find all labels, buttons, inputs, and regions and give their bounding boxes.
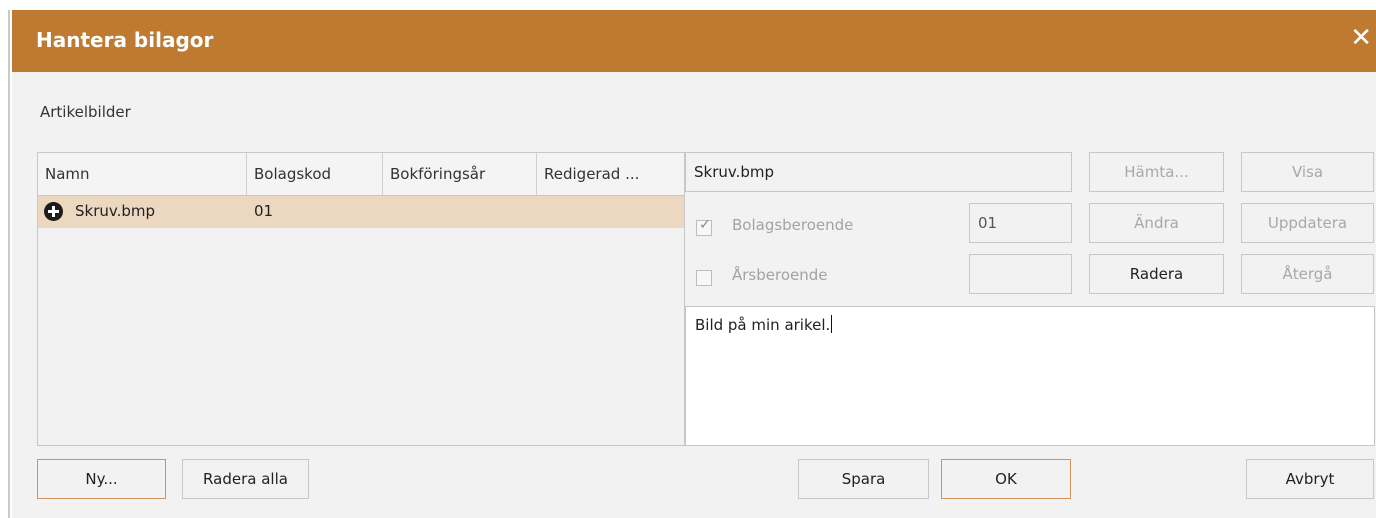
table-row[interactable]: Skruv.bmp 01 (38, 196, 684, 228)
description-text: Bild på min arikel. (695, 316, 831, 334)
row-bolagskod: 01 (254, 202, 274, 220)
radera-button[interactable]: Radera (1089, 254, 1224, 294)
ny-button[interactable]: Ny... (37, 459, 166, 499)
dialog-titlebar: Hantera bilagor ✕ (12, 10, 1376, 72)
grid-header: Namn Bolagskod Bokföringsår Redigerad ..… (38, 153, 684, 196)
section-label: Artikelbilder (40, 103, 131, 121)
column-header-bolagskod[interactable]: Bolagskod (247, 153, 383, 195)
description-textarea[interactable]: Bild på min arikel. (685, 306, 1375, 446)
row-name: Skruv.bmp (75, 202, 156, 220)
column-header-bokforingsar[interactable]: Bokföringsår (383, 153, 537, 195)
avbryt-button[interactable]: Avbryt (1246, 459, 1374, 499)
arsberoende-label: Årsberoende (732, 266, 828, 284)
hamta-button[interactable]: Hämta... (1089, 152, 1224, 192)
spara-button[interactable]: Spara (798, 459, 929, 499)
andra-button[interactable]: Ändra (1089, 203, 1224, 243)
background-window-edge (0, 0, 10, 518)
bolagsberoende-value-field[interactable]: 01 (969, 203, 1072, 243)
filename-field[interactable]: Skruv.bmp (685, 152, 1072, 192)
column-header-redigerad[interactable]: Redigerad ... (537, 153, 684, 195)
check-mark-icon: ✓ (699, 217, 711, 233)
dialog-title: Hantera bilagor (36, 28, 214, 52)
text-caret (831, 315, 833, 333)
ok-button[interactable]: OK (941, 459, 1071, 499)
arsberoende-value-field[interactable] (969, 254, 1072, 294)
column-header-namn[interactable]: Namn (38, 153, 247, 195)
plus-circle-icon[interactable] (44, 202, 63, 221)
bolagsberoende-label: Bolagsberoende (732, 216, 854, 234)
visa-button[interactable]: Visa (1241, 152, 1374, 192)
aterga-button[interactable]: Återgå (1241, 254, 1374, 294)
uppdatera-button[interactable]: Uppdatera (1241, 203, 1374, 243)
attachments-grid[interactable]: Namn Bolagskod Bokföringsår Redigerad ..… (37, 152, 685, 446)
manage-attachments-dialog: Hantera bilagor ✕ Artikelbilder Namn Bol… (12, 10, 1376, 518)
bolagsberoende-checkbox[interactable]: ✓ (696, 217, 712, 236)
radera-alla-button[interactable]: Radera alla (182, 459, 309, 499)
arsberoende-checkbox[interactable] (696, 270, 712, 286)
close-icon[interactable]: ✕ (1350, 24, 1372, 52)
